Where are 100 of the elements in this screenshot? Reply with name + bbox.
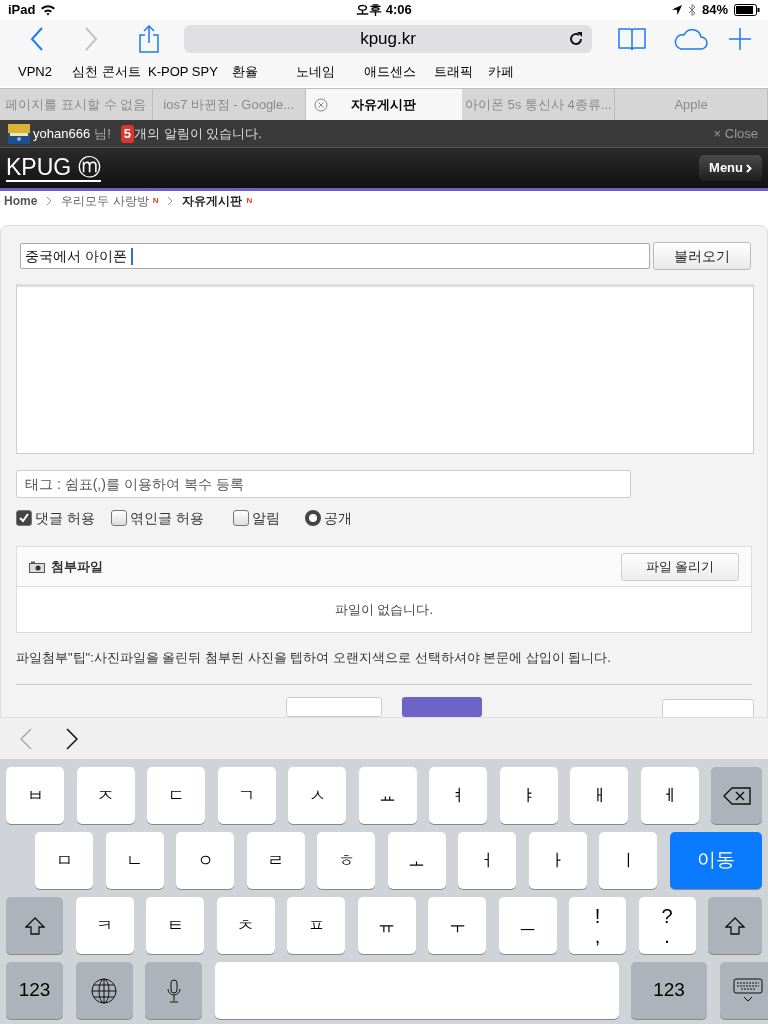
keyboard-key[interactable]: ㅗ: [387, 832, 446, 889]
option-label[interactable]: 댓글 허용: [35, 507, 95, 529]
checkbox[interactable]: [16, 510, 32, 526]
keyboard-key[interactable]: ㅊ: [216, 897, 275, 954]
backspace-key[interactable]: [711, 767, 762, 824]
keyboard-key[interactable]: ㅂ: [6, 767, 64, 824]
greeting-text: 님!: [94, 124, 111, 143]
battery-icon: [734, 4, 760, 16]
close-icon[interactable]: [313, 98, 328, 112]
address-bar[interactable]: kpug.kr: [184, 25, 592, 53]
arrow-up-icon: [24, 916, 45, 935]
bluetooth-icon: [687, 4, 696, 16]
checkbox[interactable]: [233, 510, 249, 526]
option-label[interactable]: 엮인글 허용: [130, 507, 204, 529]
content-field[interactable]: [16, 284, 754, 454]
breadcrumb-link[interactable]: Home: [4, 192, 38, 210]
notification-count[interactable]: 5: [120, 124, 134, 143]
menu-button[interactable]: Menu: [699, 155, 762, 181]
camera-icon: [29, 560, 45, 573]
numbers-key[interactable]: 123: [631, 962, 707, 1019]
cloud-icon[interactable]: [672, 27, 708, 51]
tip-text: 파일첨부"팁":사진파일을 올린뒤 첨부된 사진을 텝하여 오랜지색으로 선택하셔야 본문에 삽입이 됩니다.: [16, 649, 612, 667]
new-label: N: [246, 195, 253, 207]
title-field[interactable]: 중국에서 아이폰: [20, 243, 650, 269]
keyboard-key[interactable]: ㅠ: [357, 897, 416, 954]
notification-text[interactable]: 개의 알림이 있습니다.: [134, 123, 262, 144]
location-icon: [671, 5, 682, 15]
breadcrumb-link[interactable]: 자유게시판: [182, 192, 243, 210]
keyboard-key[interactable]: ㅣ: [599, 832, 657, 889]
option-label[interactable]: 공개: [324, 507, 352, 529]
breadcrumb-link[interactable]: 우리모두 사랑방: [61, 192, 149, 210]
keyboard-key[interactable]: ㄹ: [246, 832, 305, 889]
load-button[interactable]: 불러오기: [653, 242, 751, 270]
keyboard-key[interactable]: ㅏ: [528, 832, 587, 889]
device-name: iPad: [8, 1, 36, 20]
bookmark-link[interactable]: 환율: [232, 64, 258, 80]
bookmark-link[interactable]: K-POP SPY: [148, 64, 218, 80]
submit-button[interactable]: [402, 696, 482, 717]
numbers-key[interactable]: 123: [6, 962, 63, 1019]
clock: 오후 4:06: [355, 1, 413, 20]
battery-percent: 84%: [701, 1, 728, 20]
book-icon[interactable]: [618, 27, 646, 51]
keyboard-key[interactable]: ㅐ: [570, 767, 628, 824]
keyboard-key[interactable]: ㅋ: [75, 897, 134, 954]
hide-keyboard-key[interactable]: [719, 962, 768, 1019]
keyboard-key[interactable]: ㅌ: [146, 897, 204, 954]
empty-message: 파일이 없습니다.: [334, 600, 434, 619]
keyboard-key[interactable]: ㄱ: [217, 767, 276, 824]
previous-icon[interactable]: [20, 727, 32, 750]
keyboard-key[interactable]: ㅈ: [76, 767, 135, 824]
option-label[interactable]: 알림: [252, 507, 280, 529]
keyboard-key[interactable]: ㅑ: [499, 767, 558, 824]
keyboard-key[interactable]: ㅍ: [287, 897, 345, 954]
go-key[interactable]: 이동: [669, 832, 762, 889]
wifi-icon: [40, 4, 57, 16]
keyboard-key[interactable]: ㅛ: [358, 767, 417, 824]
keyboard-key[interactable]: ㅔ: [640, 767, 699, 824]
next-icon[interactable]: [66, 727, 78, 750]
keyboard-key[interactable]: ㅡ: [498, 897, 557, 954]
username: yohan666: [33, 124, 91, 143]
bookmark-link[interactable]: 애드센스: [364, 64, 416, 80]
close-link[interactable]: × Close: [713, 123, 758, 144]
backspace-icon: [722, 786, 751, 805]
keyboard-key[interactable]: ㄴ: [105, 832, 164, 889]
keyboard-key[interactable]: ㅜ: [428, 897, 486, 954]
attachment-title: 첨부파일: [51, 557, 103, 576]
microphone-icon: [166, 978, 181, 1003]
shift-key[interactable]: [708, 897, 762, 954]
keyboard-key[interactable]: ㅎ: [317, 832, 375, 889]
keyboard-key[interactable]: ! ,: [569, 897, 626, 954]
keyboard-key[interactable]: ㅁ: [35, 832, 93, 889]
globe-icon: [91, 977, 117, 1004]
dictation-key[interactable]: [145, 962, 202, 1019]
keyboard-key[interactable]: ㅅ: [288, 767, 346, 824]
keyboard-key[interactable]: ? .: [638, 897, 696, 954]
site-logo[interactable]: KPUG ⓜ: [6, 154, 101, 182]
chevron-icon: [46, 196, 53, 206]
keyboard-key[interactable]: ㅇ: [176, 832, 234, 889]
bookmark-link[interactable]: VPN2: [18, 64, 52, 80]
bookmark-link[interactable]: 트래픽: [434, 64, 473, 80]
chevron-icon: [167, 196, 174, 206]
plus-icon[interactable]: [728, 27, 752, 51]
upload-button[interactable]: 파일 올리기: [621, 552, 739, 581]
keyboard-key[interactable]: ㅕ: [429, 767, 487, 824]
share-icon[interactable]: [138, 25, 160, 53]
keyboard-key[interactable]: ㄷ: [147, 767, 205, 824]
radio-button[interactable]: [305, 510, 321, 526]
keyboard-key[interactable]: ㅓ: [458, 832, 516, 889]
checkbox[interactable]: [111, 510, 127, 526]
tag-field[interactable]: 태그 : 쉼표(,)를 이용하여 복수 등록: [16, 470, 631, 498]
back-icon[interactable]: [30, 27, 44, 51]
bookmark-link[interactable]: 노네임: [296, 64, 335, 80]
arrow-up-icon: [725, 916, 745, 935]
bookmark-link[interactable]: 심천 콘서트: [72, 64, 141, 80]
browser-tab[interactable]: 자유게시판: [305, 89, 463, 120]
new-label: N: [152, 195, 159, 207]
globe-key[interactable]: [75, 962, 133, 1019]
shift-key[interactable]: [6, 897, 63, 954]
reload-icon[interactable]: [568, 31, 584, 47]
bookmark-link[interactable]: 카페: [488, 64, 514, 80]
